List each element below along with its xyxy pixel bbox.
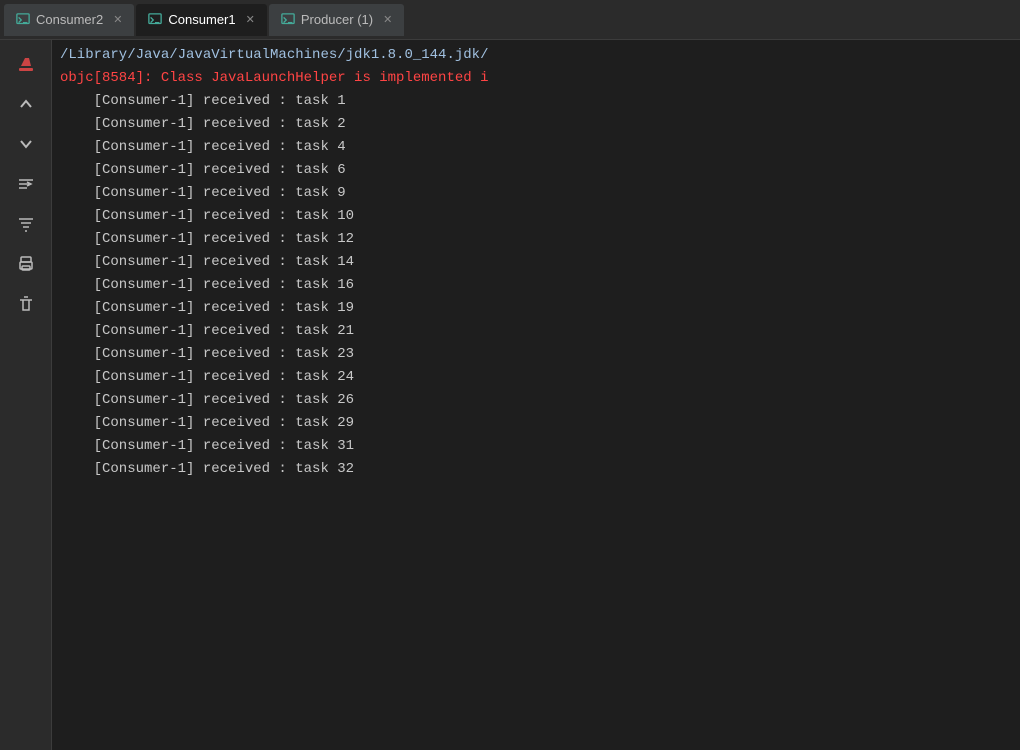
- console-output[interactable]: /Library/Java/JavaVirtualMachines/jdk1.8…: [52, 40, 1020, 750]
- sidebar: [0, 40, 52, 750]
- log-line: [Consumer-1] received : task 29: [52, 412, 1020, 435]
- log-line: [Consumer-1] received : task 16: [52, 274, 1020, 297]
- error-line: objc[8584]: Class JavaLaunchHelper is im…: [52, 67, 1020, 90]
- print-button[interactable]: [10, 248, 42, 280]
- console-icon-3: [281, 13, 295, 27]
- wrap-button[interactable]: [10, 168, 42, 200]
- filter-icon: [17, 215, 35, 233]
- tab-consumer2-label: Consumer2: [36, 12, 103, 27]
- scroll-up-button[interactable]: [10, 88, 42, 120]
- log-line: [Consumer-1] received : task 24: [52, 366, 1020, 389]
- clear-button[interactable]: [10, 48, 42, 80]
- log-line: [Consumer-1] received : task 10: [52, 205, 1020, 228]
- tab-producer[interactable]: Producer (1) ✕: [269, 4, 404, 36]
- log-line: [Consumer-1] received : task 4: [52, 136, 1020, 159]
- log-line: [Consumer-1] received : task 31: [52, 435, 1020, 458]
- main-area: /Library/Java/JavaVirtualMachines/jdk1.8…: [0, 40, 1020, 750]
- tab-bar: Consumer2 ✕ Consumer1 ✕ Producer (1) ✕: [0, 0, 1020, 40]
- log-line: [Consumer-1] received : task 26: [52, 389, 1020, 412]
- filter-button[interactable]: [10, 208, 42, 240]
- log-line: [Consumer-1] received : task 9: [52, 182, 1020, 205]
- log-lines: [Consumer-1] received : task 1 [Consumer…: [52, 90, 1020, 481]
- log-line: [Consumer-1] received : task 1: [52, 90, 1020, 113]
- log-line: [Consumer-1] received : task 12: [52, 228, 1020, 251]
- print-icon: [17, 255, 35, 273]
- log-line: [Consumer-1] received : task 32: [52, 458, 1020, 481]
- delete-button[interactable]: [10, 288, 42, 320]
- arrow-down-icon: [17, 135, 35, 153]
- tab-consumer1[interactable]: Consumer1 ✕: [136, 4, 266, 36]
- path-line: /Library/Java/JavaVirtualMachines/jdk1.8…: [52, 44, 1020, 67]
- log-line: [Consumer-1] received : task 21: [52, 320, 1020, 343]
- tab-producer-close[interactable]: ✕: [383, 13, 392, 26]
- tab-consumer1-close[interactable]: ✕: [246, 13, 255, 26]
- scroll-down-button[interactable]: [10, 128, 42, 160]
- tab-consumer2[interactable]: Consumer2 ✕: [4, 4, 134, 36]
- eraser-icon: [17, 55, 35, 73]
- log-line: [Consumer-1] received : task 6: [52, 159, 1020, 182]
- log-line: [Consumer-1] received : task 23: [52, 343, 1020, 366]
- wrap-icon: [17, 175, 35, 193]
- tab-consumer2-close[interactable]: ✕: [113, 13, 122, 26]
- tab-producer-label: Producer (1): [301, 12, 373, 27]
- tab-consumer1-label: Consumer1: [168, 12, 235, 27]
- log-line: [Consumer-1] received : task 14: [52, 251, 1020, 274]
- console-icon: [16, 13, 30, 27]
- log-line: [Consumer-1] received : task 2: [52, 113, 1020, 136]
- trash-icon: [17, 295, 35, 313]
- arrow-up-icon: [17, 95, 35, 113]
- log-line: [Consumer-1] received : task 19: [52, 297, 1020, 320]
- console-icon-2: [148, 13, 162, 27]
